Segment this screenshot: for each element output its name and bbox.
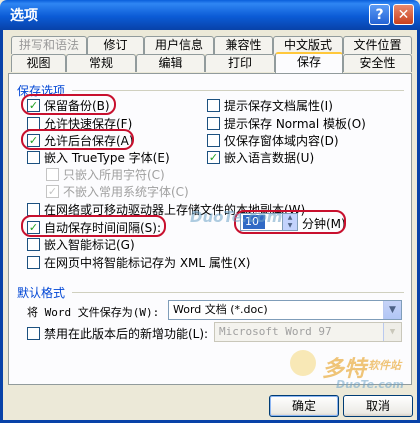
prompt-normal-option[interactable]: 提示保存 Normal 模板(O) xyxy=(207,115,366,131)
embed-truetype-option[interactable]: 嵌入 TrueType 字体(E) xyxy=(27,149,170,165)
allow-fast-save-checkbox[interactable] xyxy=(27,116,40,130)
prompt-doc-props-option[interactable]: 提示保存文档属性(I) xyxy=(207,97,333,113)
ok-button[interactable]: 确定 xyxy=(269,395,339,417)
keep-backup-label: 保留备份(B) xyxy=(44,98,110,113)
disable-features-value: Microsoft Word 97 xyxy=(219,325,332,338)
no-embed-common-checkbox: ✓ xyxy=(46,184,59,198)
keep-backup-option[interactable]: ✓ 保留备份(B) xyxy=(27,97,110,113)
tab-security[interactable]: 安全性 xyxy=(343,54,412,72)
smart-tags-xml-label: 在网页中将智能标记存为 XML 属性(X) xyxy=(44,255,251,270)
disable-features-select: Microsoft Word 97 ▼ xyxy=(214,322,402,342)
autosave-option[interactable]: ✓ 自动保存时间间隔(S): xyxy=(27,219,161,235)
allow-fast-save-label: 允许快速保存(F) xyxy=(44,116,133,131)
chevron-down-icon[interactable]: ▼ xyxy=(383,301,401,319)
form-data-only-option[interactable]: 仅保存窗体域内容(D) xyxy=(207,132,339,148)
tab-general[interactable]: 常规 xyxy=(66,54,136,72)
autosave-checkbox[interactable]: ✓ xyxy=(27,220,40,234)
section-divider xyxy=(72,292,404,293)
tab-save[interactable]: 保存 xyxy=(275,52,343,73)
autosave-minutes-spinner[interactable]: 10 ▲ ▼ xyxy=(240,213,298,231)
smart-tags-xml-checkbox[interactable] xyxy=(27,255,40,269)
embed-smart-tags-option[interactable]: 嵌入智能标记(G) xyxy=(27,236,135,252)
autosave-minutes-value[interactable]: 10 xyxy=(243,215,265,229)
tab-edit[interactable]: 编辑 xyxy=(136,54,205,72)
tab-user-info[interactable]: 用户信息 xyxy=(144,36,214,54)
minutes-label: 分钟(M) xyxy=(302,217,346,231)
spin-up-icon[interactable]: ▲ xyxy=(283,214,297,222)
embed-lang-data-option[interactable]: ✓ 嵌入语言数据(U) xyxy=(207,149,314,165)
no-embed-common-label: 不嵌入常用系统字体(C) xyxy=(63,184,189,199)
spin-down-icon[interactable]: ▼ xyxy=(283,222,297,230)
embed-lang-data-checkbox[interactable]: ✓ xyxy=(207,150,220,164)
tab-compatibility[interactable]: 兼容性 xyxy=(214,36,273,54)
save-as-select[interactable]: Word 文档 (*.doc) ▼ xyxy=(168,300,402,320)
tab-spelling-grammar[interactable]: 拼写和语法 xyxy=(11,36,87,54)
no-embed-common-option: ✓ 不嵌入常用系统字体(C) xyxy=(46,183,189,199)
disable-features-label: 禁用在此版本后的新增功能(L): xyxy=(44,326,209,341)
form-data-only-checkbox[interactable] xyxy=(207,133,220,147)
prompt-normal-checkbox[interactable] xyxy=(207,116,220,130)
autosave-label: 自动保存时间间隔(S): xyxy=(44,220,162,235)
keep-backup-checkbox[interactable]: ✓ xyxy=(27,98,40,112)
allow-background-save-checkbox[interactable]: ✓ xyxy=(27,133,40,147)
title-bar: 选项 ? ✕ xyxy=(0,0,420,30)
save-as-value: Word 文档 (*.doc) xyxy=(173,303,268,316)
save-as-label: 将 Word 文件保存为(W): xyxy=(27,306,160,319)
allow-fast-save-option[interactable]: 允许快速保存(F) xyxy=(27,115,132,131)
tab-print[interactable]: 打印 xyxy=(205,54,275,72)
prompt-doc-props-label: 提示保存文档属性(I) xyxy=(224,98,333,113)
chevron-down-icon: ▼ xyxy=(383,323,401,341)
window-title: 选项 xyxy=(10,8,38,24)
embed-truetype-checkbox[interactable] xyxy=(27,150,40,164)
form-data-only-label: 仅保存窗体域内容(D) xyxy=(224,133,339,148)
smart-tags-xml-option[interactable]: 在网页中将智能标记存为 XML 属性(X) xyxy=(27,254,250,270)
embed-smart-tags-checkbox[interactable] xyxy=(27,237,40,251)
help-button[interactable]: ? xyxy=(369,4,390,25)
disable-features-option[interactable]: 禁用在此版本后的新增功能(L): xyxy=(27,325,208,341)
allow-background-save-option[interactable]: ✓ 允许后台保存(A) xyxy=(27,132,134,148)
embed-truetype-label: 嵌入 TrueType 字体(E) xyxy=(44,150,170,165)
section-divider xyxy=(72,90,404,91)
disable-features-checkbox[interactable] xyxy=(27,326,40,340)
embed-smart-tags-label: 嵌入智能标记(G) xyxy=(44,237,135,252)
tab-file-locations[interactable]: 文件位置 xyxy=(343,36,412,54)
embed-lang-data-label: 嵌入语言数据(U) xyxy=(224,150,315,165)
local-copy-checkbox[interactable] xyxy=(27,202,40,216)
embed-chars-used-label: 只嵌入所用字符(C) xyxy=(63,167,165,182)
embed-chars-used-checkbox xyxy=(46,167,59,181)
close-button[interactable]: ✕ xyxy=(393,4,414,25)
embed-chars-used-option: 只嵌入所用字符(C) xyxy=(46,166,165,182)
default-format-heading: 默认格式 xyxy=(17,286,66,300)
cancel-button[interactable]: 取消 xyxy=(343,395,413,417)
tab-view[interactable]: 视图 xyxy=(11,54,66,72)
allow-background-save-label: 允许后台保存(A) xyxy=(44,133,134,148)
prompt-normal-label: 提示保存 Normal 模板(O) xyxy=(224,116,366,131)
prompt-doc-props-checkbox[interactable] xyxy=(207,98,220,112)
spinner-arrows[interactable]: ▲ ▼ xyxy=(282,214,297,230)
tab-track-changes[interactable]: 修订 xyxy=(87,36,144,54)
